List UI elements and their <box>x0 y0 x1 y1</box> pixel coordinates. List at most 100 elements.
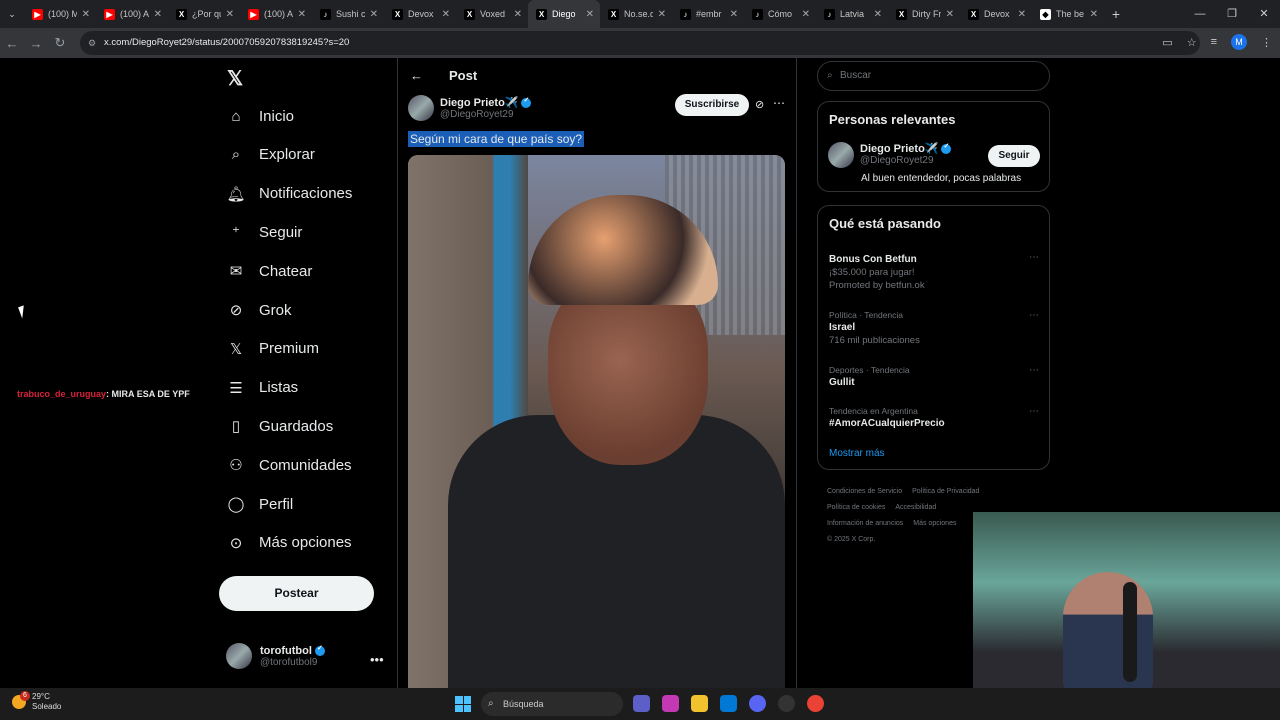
nav-item-more-options[interactable]: ⊙ Más opciones <box>219 524 352 562</box>
chrome-icon[interactable] <box>807 695 824 712</box>
taskbar-search[interactable]: ⌕ Búsqueda <box>481 692 623 716</box>
profile-avatar[interactable]: M <box>1231 34 1247 50</box>
forward-icon[interactable]: → <box>24 36 48 51</box>
teams-icon[interactable] <box>633 695 650 712</box>
media-controls-icon[interactable]: ≡ <box>1211 36 1217 48</box>
author-name[interactable]: Diego Prieto✈️ <box>440 97 518 109</box>
close-tab-icon[interactable]: ✕ <box>1018 9 1026 20</box>
nav-item-chat[interactable]: ✉ Chatear <box>219 252 313 290</box>
back-arrow-icon[interactable]: ← <box>410 68 423 83</box>
bookmark-star-icon[interactable]: ☆ <box>1187 36 1197 49</box>
post-image[interactable] <box>408 155 785 688</box>
browser-tab[interactable]: X Voxed ✕ <box>456 0 528 28</box>
trend-item[interactable]: Deportes · Tendencia Gullit ⋯ <box>829 365 1039 388</box>
browser-tab[interactable]: X Diego ✕ <box>528 0 600 28</box>
account-switcher[interactable]: torofutbol @torofutbol9 <box>226 643 325 669</box>
relevant-avatar[interactable] <box>828 142 854 168</box>
footer-link[interactable]: Política de Privacidad <box>912 488 979 495</box>
reload-icon[interactable]: ↻ <box>48 35 72 51</box>
author-handle[interactable]: @DiegoRoyet29 <box>440 109 531 120</box>
relevant-name[interactable]: Diego Prieto✈️ <box>860 143 938 155</box>
browser-tab[interactable]: X Devox ✕ <box>384 0 456 28</box>
browser-tab[interactable]: ▶ (100) A ✕ <box>240 0 312 28</box>
account-more-icon[interactable]: ••• <box>370 652 384 667</box>
close-tab-icon[interactable]: ✕ <box>1090 9 1098 20</box>
browser-tab[interactable]: ▶ (100) A ✕ <box>96 0 168 28</box>
trend-more-icon[interactable]: ⋯ <box>1029 252 1039 263</box>
back-icon[interactable]: ← <box>0 36 24 51</box>
browser-tab[interactable]: X Dirty Fr ✕ <box>888 0 960 28</box>
nav-item-explore[interactable]: ⌕ Explorar <box>219 136 315 174</box>
trend-more-icon[interactable]: ⋯ <box>1029 310 1039 321</box>
x-logo-icon[interactable]: 𝕏 <box>227 66 243 91</box>
browser-tab[interactable]: ♪ #embr ✕ <box>672 0 744 28</box>
nav-item-bell[interactable]: 🔔︎ Notificaciones <box>219 175 352 213</box>
file-explorer-icon[interactable] <box>691 695 708 712</box>
trend-item[interactable]: Tendencia en Argentina #AmorACualquierPre… <box>829 406 1039 429</box>
footer-link[interactable]: Política de cookies <box>827 504 885 511</box>
nav-item-communities[interactable]: ⚇ Comunidades <box>219 446 351 484</box>
new-tab-button[interactable]: + <box>1104 6 1128 22</box>
browser-tab[interactable]: ♪ Latvia ✕ <box>816 0 888 28</box>
minimize-button[interactable]: — <box>1184 0 1216 28</box>
nav-item-bookmark[interactable]: ▯ Guardados <box>219 407 333 445</box>
close-tab-icon[interactable]: ✕ <box>946 9 954 20</box>
subscribe-button[interactable]: Suscribirse <box>675 94 749 116</box>
search-input[interactable]: ⌕ Buscar <box>817 61 1050 91</box>
close-tab-icon[interactable]: ✕ <box>802 9 810 20</box>
close-tab-icon[interactable]: ✕ <box>874 9 882 20</box>
browser-tab[interactable]: ◆ The be ✕ <box>1032 0 1104 28</box>
nav-item-follow[interactable]: ⁺ Seguir <box>219 213 302 251</box>
install-app-icon[interactable]: ▭ <box>1162 36 1172 49</box>
tab-search-button[interactable]: ⌄ <box>0 9 24 20</box>
post-more-icon[interactable]: ⋯ <box>773 96 785 110</box>
site-info-icon[interactable]: ⚙ <box>88 31 96 55</box>
close-tab-icon[interactable]: ✕ <box>586 9 594 20</box>
nav-item-grok[interactable]: ⊘ Grok <box>219 291 292 329</box>
copilot-icon[interactable] <box>662 695 679 712</box>
browser-tab[interactable]: X Devox ✕ <box>960 0 1032 28</box>
close-tab-icon[interactable]: ✕ <box>658 9 666 20</box>
nav-item-profile[interactable]: ◯ Perfil <box>219 485 294 523</box>
trend-item[interactable]: Política · Tendencia Israel 716 mil public… <box>829 310 1039 346</box>
app-icon[interactable] <box>778 695 795 712</box>
browser-tab[interactable]: ♪ Sushi c ✕ <box>312 0 384 28</box>
footer-link[interactable]: Más opciones <box>913 520 956 527</box>
discord-icon[interactable] <box>749 695 766 712</box>
close-tab-icon[interactable]: ✕ <box>82 9 90 20</box>
close-tab-icon[interactable]: ✕ <box>514 9 522 20</box>
relevant-handle[interactable]: @DiegoRoyet29 <box>860 155 951 166</box>
show-more-link[interactable]: Mostrar más <box>829 448 885 459</box>
close-window-button[interactable]: ✕ <box>1248 0 1280 28</box>
browser-tab[interactable]: X ¿Por qu ✕ <box>168 0 240 28</box>
url-field[interactable]: ⚙ x.com/DiegoRoyet29/status/200070592078… <box>80 31 1200 55</box>
footer-link[interactable]: Accesibilidad <box>895 504 936 511</box>
browser-menu-icon[interactable]: ⋮ <box>1261 36 1272 49</box>
post-author[interactable]: Diego Prieto✈️ @DiegoRoyet29 <box>408 95 532 121</box>
follow-button[interactable]: Seguir <box>988 145 1040 167</box>
browser-tab[interactable]: ♪ Cómo ✕ <box>744 0 816 28</box>
close-tab-icon[interactable]: ✕ <box>154 9 162 20</box>
nav-item-home[interactable]: ⌂ Inicio <box>219 97 294 135</box>
close-tab-icon[interactable]: ✕ <box>442 9 450 20</box>
browser-tab[interactable]: X No.se.q ✕ <box>600 0 672 28</box>
nav-item-premium[interactable]: 𝕏 Premium <box>219 330 319 368</box>
footer-link[interactable]: Información de anuncios <box>827 520 903 527</box>
post-button[interactable]: Postear <box>219 576 374 611</box>
nav-item-lists[interactable]: ☰ Listas <box>219 369 298 407</box>
trend-item[interactable]: Bonus Con Betfun ¡$35.000 para jugar! Prom… <box>829 252 1039 291</box>
windows-start-icon[interactable] <box>455 696 471 712</box>
close-tab-icon[interactable]: ✕ <box>370 9 378 20</box>
grok-icon[interactable]: ⊘ <box>755 98 764 111</box>
author-avatar[interactable] <box>408 95 434 121</box>
close-tab-icon[interactable]: ✕ <box>226 9 234 20</box>
relevant-person[interactable]: Diego Prieto✈️ @DiegoRoyet29 <box>828 142 952 168</box>
restore-button[interactable]: ❐ <box>1216 0 1248 28</box>
weather-widget[interactable]: 6 29°C Soleado <box>12 691 61 712</box>
close-tab-icon[interactable]: ✕ <box>298 9 306 20</box>
store-icon[interactable] <box>720 695 737 712</box>
trend-more-icon[interactable]: ⋯ <box>1029 365 1039 376</box>
browser-tab[interactable]: ▶ (100) M ✕ <box>24 0 96 28</box>
close-tab-icon[interactable]: ✕ <box>730 9 738 20</box>
footer-link[interactable]: Condiciones de Servicio <box>827 488 902 495</box>
